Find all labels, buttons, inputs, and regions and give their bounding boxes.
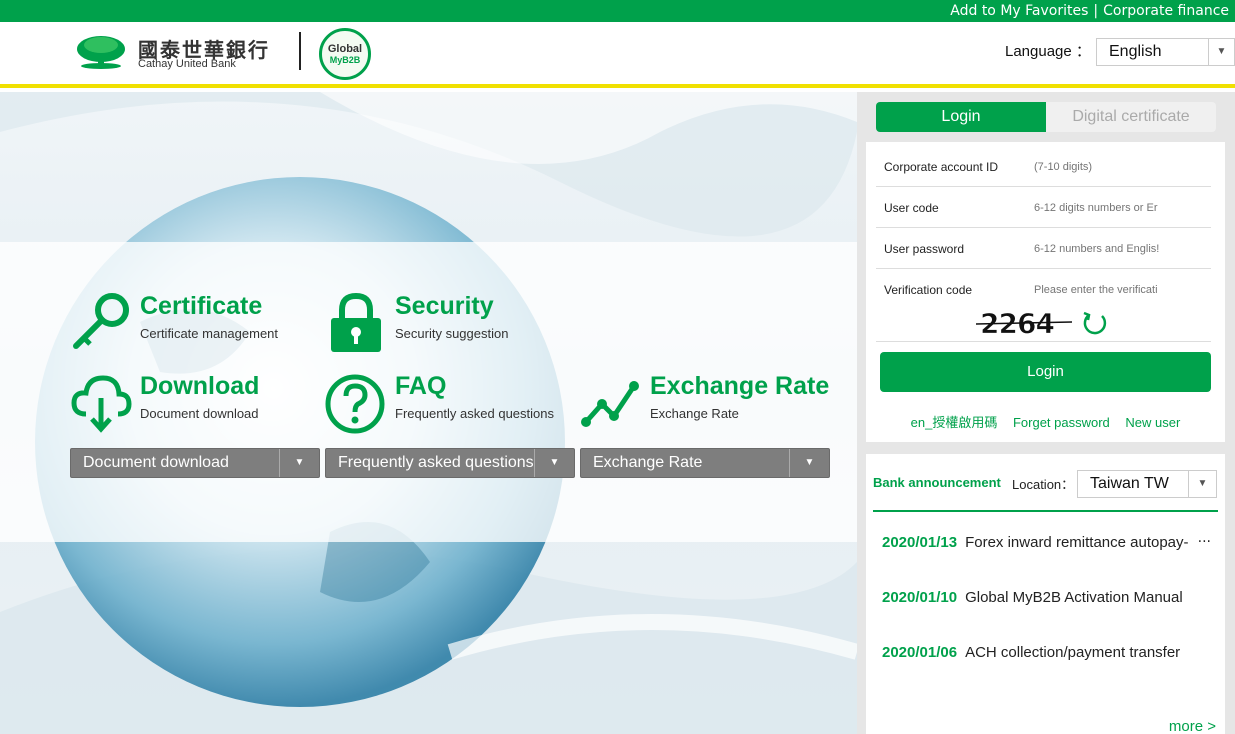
bank-name-english: Cathay United Bank — [138, 58, 236, 70]
cloud-download-icon — [71, 375, 132, 433]
faq-dropdown-label: Frequently asked questions — [338, 454, 534, 471]
user-password-row: User password — [876, 228, 1211, 269]
certificate-feature[interactable]: Certificate Certificate management — [70, 292, 310, 354]
exchange-rate-dropdown[interactable]: Exchange Rate ▼ — [580, 448, 830, 478]
forget-password-link[interactable]: Forget password — [1013, 415, 1110, 430]
topbar-separator: | — [1093, 3, 1099, 19]
key-icon — [73, 293, 129, 349]
language-select-value: English — [1109, 43, 1162, 60]
language-label: Language ： — [1005, 43, 1091, 60]
login-links: en_授權啟用碼 Forget password New user — [866, 412, 1225, 431]
corporate-account-id-row: Corporate account ID — [876, 146, 1211, 187]
location-label: Location： — [1012, 477, 1075, 492]
announcement-date: 2020/01/13 — [882, 534, 958, 551]
chevron-down-icon: ▼ — [1208, 39, 1234, 65]
chevron-down-icon: ▼ — [279, 449, 319, 477]
chevron-down-icon: ▼ — [789, 449, 829, 477]
tab-login[interactable]: Login — [876, 102, 1046, 132]
user-code-row: User code — [876, 187, 1211, 228]
hero-area: Certificate Certificate management Secur… — [0, 92, 857, 734]
refresh-captcha-icon[interactable] — [1080, 308, 1110, 338]
faq-feature[interactable]: FAQ Frequently asked questions — [325, 372, 565, 434]
line-chart-icon — [581, 381, 639, 427]
exchange-rate-subtitle: Exchange Rate — [650, 406, 739, 421]
announcement-title: Bank announcement — [873, 475, 1001, 490]
top-utility-bar: Add to My Favorites | Corporate finance — [0, 0, 1235, 22]
certificate-title: Certificate — [140, 292, 263, 320]
global-myb2b-badge[interactable]: Global MyB2B — [319, 28, 371, 80]
corporate-account-id-label: Corporate account ID — [884, 160, 999, 174]
cathay-tree-logo-icon[interactable] — [76, 34, 126, 70]
faq-title: FAQ — [395, 372, 447, 400]
document-download-dropdown-label: Document download — [83, 454, 229, 471]
download-feature[interactable]: Download Document download — [70, 372, 310, 434]
badge-line2: MyB2B — [329, 55, 361, 65]
badge-line1: Global — [327, 43, 363, 55]
faq-dropdown[interactable]: Frequently asked questions ▼ — [325, 448, 575, 478]
user-password-label: User password — [884, 242, 965, 256]
ellipsis-icon: ··· — [1197, 534, 1211, 550]
login-button[interactable]: Login — [880, 352, 1211, 392]
announcement-item[interactable]: 2020/01/13 Forex inward remittance autopa… — [882, 534, 1189, 551]
location-select[interactable]: Taiwan TW ▼ — [1077, 470, 1217, 498]
corporate-account-id-input[interactable] — [1034, 158, 1184, 176]
security-subtitle: Security suggestion — [395, 326, 509, 341]
announcement-text: Forex inward remittance autopay- — [965, 534, 1189, 551]
header: 國泰世華銀行 Cathay United Bank Global MyB2B L… — [0, 22, 1235, 88]
activation-code-link[interactable]: en_授權啟用碼 — [911, 415, 998, 430]
announcement-text: Global MyB2B Activation Manual — [965, 589, 1183, 606]
security-feature[interactable]: Security Security suggestion — [325, 292, 565, 354]
announcement-text: ACH collection/payment transfer — [965, 644, 1181, 661]
corporate-finance-link[interactable]: Corporate finance — [1103, 3, 1229, 19]
exchange-rate-dropdown-label: Exchange Rate — [593, 454, 703, 471]
location-select-value: Taiwan TW — [1090, 475, 1169, 492]
announcement-item[interactable]: 2020/01/10 Global MyB2B Activation Manual — [882, 589, 1183, 606]
faq-subtitle: Frequently asked questions — [395, 406, 554, 421]
announcement-item[interactable]: 2020/01/06 ACH collection/payment transfe… — [882, 644, 1180, 661]
announcement-date: 2020/01/10 — [882, 589, 958, 606]
document-download-dropdown[interactable]: Document download ▼ — [70, 448, 320, 478]
exchange-rate-feature[interactable]: Exchange Rate Exchange Rate — [580, 372, 830, 434]
login-form: Corporate account ID User code User pass… — [866, 142, 1225, 442]
download-subtitle: Document download — [140, 406, 259, 421]
lock-icon — [331, 292, 381, 352]
announcement-date: 2020/01/06 — [882, 644, 958, 661]
language-select[interactable]: English ▼ — [1096, 38, 1235, 66]
announcement-divider — [873, 510, 1218, 512]
chevron-down-icon: ▼ — [534, 449, 574, 477]
captcha-image: 2264 — [976, 310, 1072, 336]
verification-code-label: Verification code — [884, 283, 973, 297]
question-icon — [325, 374, 385, 434]
download-title: Download — [140, 372, 260, 400]
logo-divider — [299, 32, 301, 70]
chevron-down-icon: ▼ — [1188, 471, 1216, 497]
verification-code-input[interactable] — [1034, 281, 1184, 299]
add-to-favorites-link[interactable]: Add to My Favorites — [950, 3, 1088, 19]
right-panel: Login Digital certificate Corporate acco… — [857, 92, 1235, 734]
security-title: Security — [395, 292, 494, 320]
user-password-input[interactable] — [1034, 240, 1184, 258]
new-user-link[interactable]: New user — [1125, 415, 1180, 430]
certificate-subtitle: Certificate management — [140, 326, 279, 341]
user-code-label: User code — [884, 201, 939, 215]
tab-digital-certificate[interactable]: Digital certificate — [1046, 102, 1216, 132]
more-announcements-link[interactable]: more > — [1169, 718, 1216, 734]
exchange-rate-title: Exchange Rate — [650, 372, 830, 400]
user-code-input[interactable] — [1034, 199, 1184, 217]
announcement-panel: Bank announcement Location： Taiwan TW ▼ … — [866, 454, 1225, 734]
